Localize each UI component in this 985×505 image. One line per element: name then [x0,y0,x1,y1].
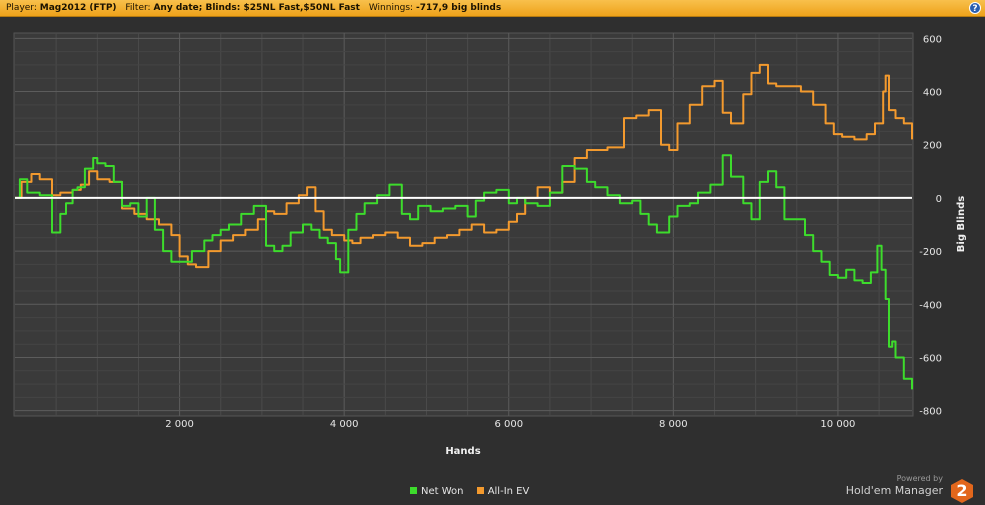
y-tick-label: -400 [919,300,942,311]
legend-item-all-in-ev[interactable]: All-In EV [476,486,530,497]
y-tick-label: -800 [919,407,942,418]
product-name: Hold'em Manager [845,484,943,497]
chart-legend: Net Won All-In EV [410,486,539,497]
graph-chart: 2 000 4 000 6 000 8 000 10 000 600 400 200 0 -200… [13,32,967,457]
legend-item-net-won[interactable]: Net Won [410,486,467,497]
legend-label-all-in-ev: All-In EV [487,486,530,497]
y-tick-label: 400 [923,88,942,99]
x-tick-label: 10 000 [820,419,855,430]
y-tick-label: 200 [923,141,942,152]
x-tick-label: 2 000 [165,419,194,430]
y-axis-title: Big Blinds [956,196,967,252]
x-tick-label: 4 000 [330,419,359,430]
y-tick-label: 0 [936,194,942,205]
x-axis-title: Hands [445,446,480,457]
legend-label-net-won: Net Won [421,486,464,497]
branding: Powered by Hold'em Manager 2 [845,474,973,503]
x-tick-label: 6 000 [494,419,523,430]
legend-swatch-net-won [410,487,417,494]
powered-by-text: Powered by [896,474,943,483]
y-tick-label: 600 [923,34,942,45]
legend-swatch-all-in-ev [476,487,484,494]
y-tick-label: -200 [919,247,942,258]
x-tick-label: 8 000 [659,419,688,430]
y-tick-label: -600 [919,353,942,364]
